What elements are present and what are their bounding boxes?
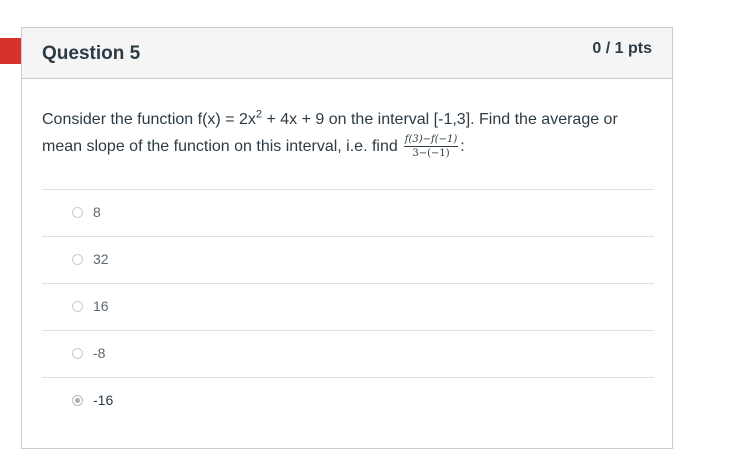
quiz-page: Question 5 0 / 1 pts Consider the functi…: [0, 0, 729, 471]
question-text: Consider the function f(x) = 2x2 + 4x + …: [42, 106, 642, 160]
answer-option-16[interactable]: 16: [42, 283, 654, 330]
fraction-denominator: 3−(−1): [412, 148, 450, 159]
question-header: Question 5 0 / 1 pts: [22, 28, 672, 79]
radio-button[interactable]: [72, 348, 83, 359]
answer-label: 32: [93, 251, 109, 267]
answer-option-neg-16[interactable]: -16: [42, 377, 654, 424]
answer-option-32[interactable]: 32: [42, 236, 654, 283]
question-title: Question 5: [42, 43, 141, 64]
answer-option-8[interactable]: 8: [42, 189, 654, 236]
slope-fraction: f(3)−f(−1) 3−(−1): [403, 134, 459, 159]
question-points: 0 / 1 pts: [592, 40, 652, 57]
fraction-suffix: :: [460, 138, 465, 155]
question-text-line1: Consider the function f(x) = 2x2 + 4x + …: [42, 108, 618, 128]
answer-list: 8 32 16 -8 -16: [42, 189, 654, 424]
question-card: Question 5 0 / 1 pts Consider the functi…: [21, 27, 673, 449]
fraction-numerator: f(3)−f(−1): [403, 134, 459, 147]
radio-button-selected[interactable]: [72, 395, 83, 406]
answer-option-neg-8[interactable]: -8: [42, 330, 654, 377]
radio-button[interactable]: [72, 207, 83, 218]
radio-button[interactable]: [72, 254, 83, 265]
radio-button[interactable]: [72, 301, 83, 312]
answer-label: 8: [93, 204, 101, 220]
answer-label: -16: [93, 392, 114, 408]
answer-label: -8: [93, 345, 106, 361]
answer-label: 16: [93, 298, 109, 314]
question-text-line2: mean slope of the function on this inter…: [42, 134, 465, 159]
